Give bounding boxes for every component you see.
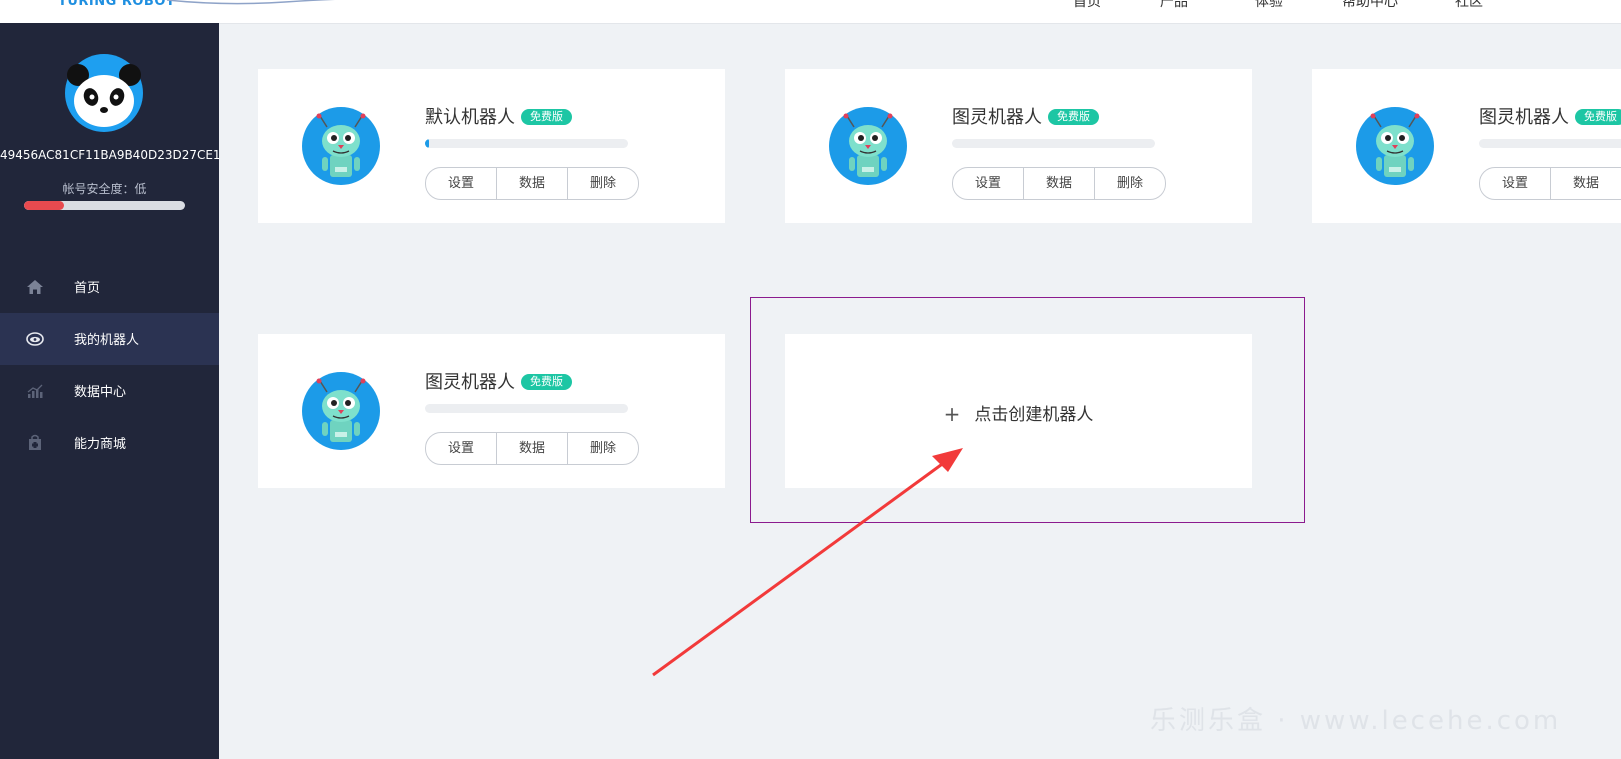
robot-avatar-icon[interactable]: [1356, 107, 1434, 185]
sidebar-item-my-robots[interactable]: 我的机器人: [0, 313, 219, 365]
topnav-community[interactable]: 社区: [1455, 0, 1483, 11]
panda-avatar-icon[interactable]: [64, 53, 144, 133]
plan-badge: 免费版: [521, 374, 572, 390]
sidebar-item-home[interactable]: 首页: [0, 261, 219, 313]
data-button[interactable]: 数据: [1551, 168, 1621, 199]
topnav-home[interactable]: 首页: [1073, 0, 1101, 11]
home-icon: [27, 280, 43, 294]
delete-button[interactable]: 删除: [568, 168, 638, 199]
create-robot-button[interactable]: + 点击创建机器人: [785, 334, 1252, 488]
watermark: 乐测乐盒 · www.lecehe.com: [1150, 706, 1562, 736]
chart-icon: [27, 384, 43, 398]
robot-name: 图灵机器人: [952, 107, 1042, 128]
sidebar-item-label: 能力商城: [74, 437, 127, 452]
robot-eye-icon: [26, 332, 44, 346]
robot-actions: 设置 数据 删除: [952, 167, 1166, 200]
robot-avatar-icon[interactable]: [302, 107, 380, 185]
robot-progress-bar: [952, 139, 1155, 148]
plan-badge: 免费版: [1575, 109, 1621, 125]
data-button[interactable]: 数据: [497, 433, 568, 464]
top-header: TURING ROBOT 首页 产品 体验 帮助中心 社区: [0, 0, 1621, 24]
user-id: 49456AC81CF11BA9B40D23D27CE1F46: [0, 148, 219, 162]
security-level-label: 帐号安全度：低: [62, 182, 147, 196]
topnav-help[interactable]: 帮助中心: [1342, 0, 1398, 11]
delete-button[interactable]: 删除: [1095, 168, 1165, 199]
robot-card: 默认机器人 免费版 设置 数据 删除: [258, 69, 725, 223]
robot-avatar-icon[interactable]: [302, 372, 380, 450]
sidebar-item-label: 我的机器人: [74, 333, 140, 348]
sidebar-item-label: 首页: [74, 281, 101, 296]
robot-name: 图灵机器人: [1479, 107, 1569, 128]
robot-progress-fill: [425, 139, 430, 148]
robot-progress-bar: [425, 404, 628, 413]
robot-actions: 设置 数据 删除: [1479, 167, 1621, 200]
data-button[interactable]: 数据: [497, 168, 568, 199]
plus-icon: +: [943, 402, 961, 426]
topnav-products[interactable]: 产品: [1160, 0, 1188, 11]
store-icon: [29, 434, 41, 450]
sidebar-item-store[interactable]: 能力商城: [0, 417, 219, 469]
data-button[interactable]: 数据: [1024, 168, 1095, 199]
security-level-fill: [24, 201, 65, 210]
robot-name: 默认机器人: [425, 107, 515, 128]
sidebar-item-label: 数据中心: [74, 385, 127, 400]
plan-badge: 免费版: [1048, 109, 1099, 125]
robot-card: 图灵机器人免费版 设置 数据 删除: [785, 69, 1252, 223]
robot-actions: 设置 数据 删除: [425, 432, 639, 465]
settings-button[interactable]: 设置: [426, 168, 497, 199]
settings-button[interactable]: 设置: [1480, 168, 1551, 199]
logo-tagline-icon: [166, 0, 336, 5]
robot-progress-bar: [1479, 139, 1621, 148]
robot-progress-bar: [425, 139, 628, 148]
logo[interactable]: TURING ROBOT: [58, 0, 175, 9]
sidebar-item-data-center[interactable]: 数据中心: [0, 365, 219, 417]
security-level-bar: [24, 201, 185, 210]
robot-actions: 设置 数据 删除: [425, 167, 639, 200]
create-robot-label: 点击创建机器人: [974, 405, 1094, 425]
delete-button[interactable]: 删除: [568, 433, 638, 464]
robot-card: 图灵机器人免费版 设置 数据 删除: [258, 334, 725, 488]
sidebar: 49456AC81CF11BA9B40D23D27CE1F46 帐号安全度：低 …: [0, 23, 219, 759]
settings-button[interactable]: 设置: [953, 168, 1024, 199]
topnav-experience[interactable]: 体验: [1255, 0, 1283, 11]
plan-badge: 免费版: [521, 109, 572, 125]
settings-button[interactable]: 设置: [426, 433, 497, 464]
robot-avatar-icon[interactable]: [829, 107, 907, 185]
robot-name: 图灵机器人: [425, 372, 515, 393]
robot-card: 图灵机器人免费版 设置 数据 删除: [1312, 69, 1621, 223]
